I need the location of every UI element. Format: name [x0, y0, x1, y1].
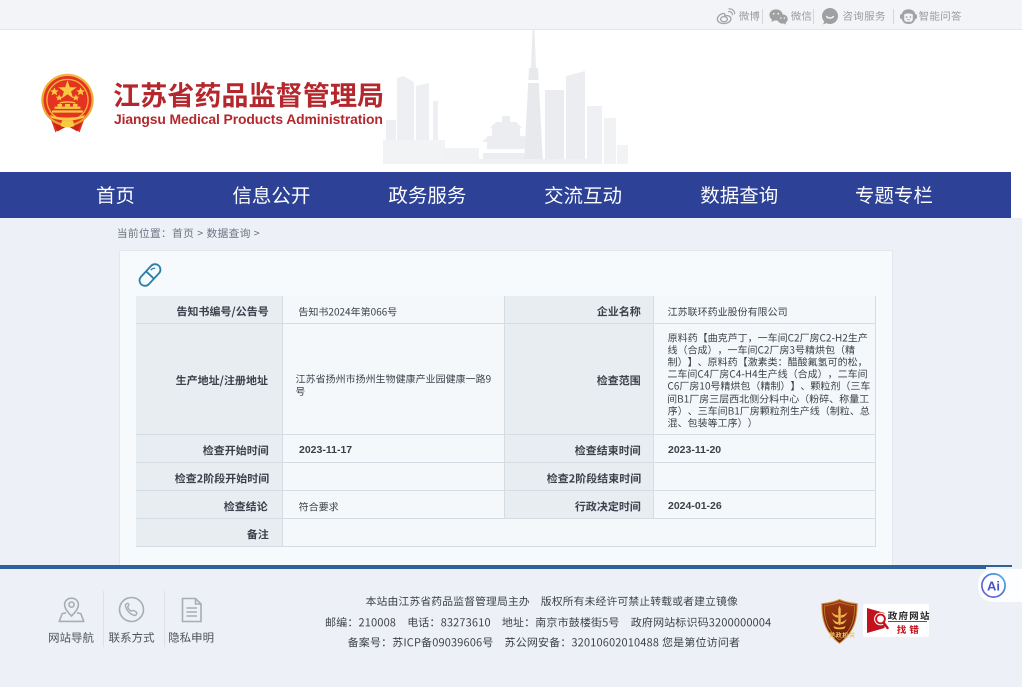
- svg-text:Ai: Ai: [987, 579, 1000, 594]
